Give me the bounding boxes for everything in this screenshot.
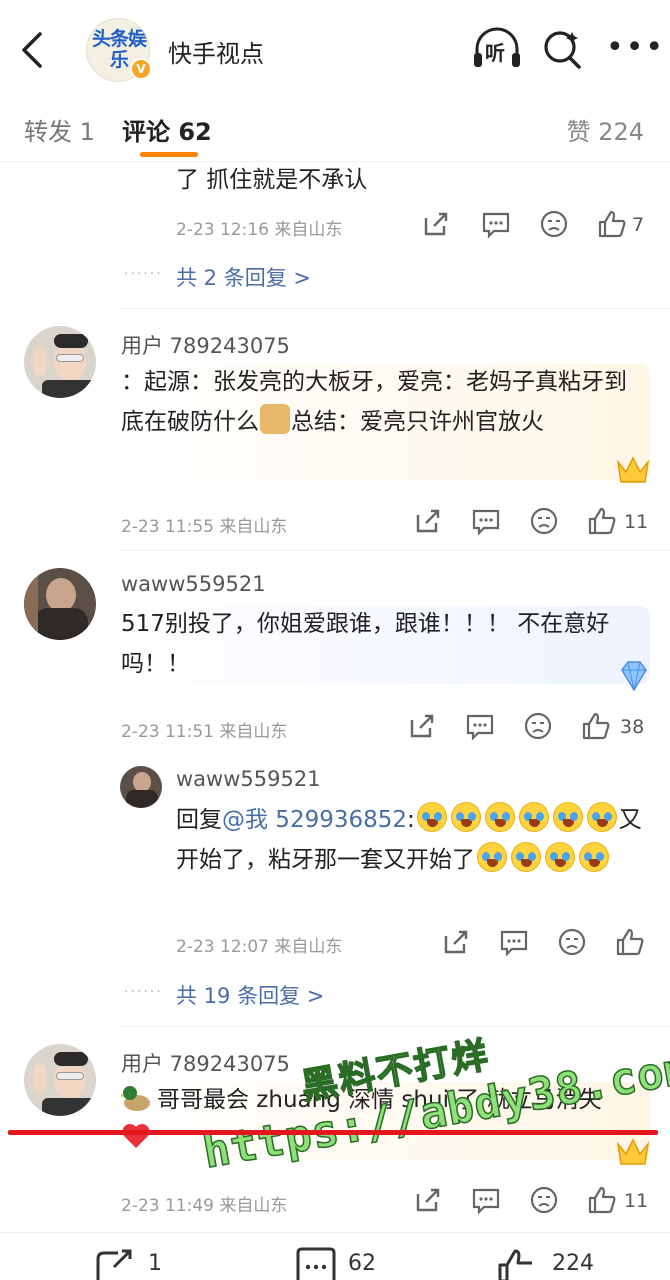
reply-avatar[interactable] (120, 766, 162, 808)
dots-divider: ······ (124, 984, 163, 1000)
crying-laugh-emoji-icon (579, 842, 609, 872)
like-count: 7 (632, 214, 645, 236)
back-icon[interactable] (16, 30, 50, 70)
comment-icon[interactable] (294, 1247, 338, 1280)
crying-laugh-emoji-icon (416, 802, 447, 832)
heart-emoji-icon (122, 1124, 150, 1148)
crown-badge-icon (616, 456, 650, 483)
comment-actions: 38 (406, 710, 654, 746)
share-icon[interactable] (412, 1184, 444, 1216)
username[interactable]: waww559521 (121, 572, 266, 596)
comment-meta: 2-23 11:51 来自山东 (121, 722, 288, 742)
crying-laugh-emoji-icon (545, 842, 575, 872)
like-icon[interactable] (580, 710, 612, 742)
share-icon[interactable] (420, 208, 452, 240)
reply-icon[interactable] (498, 926, 530, 958)
duck-emoji-icon (121, 1086, 150, 1111)
comment-meta: 2-23 11:55 来自山东 (121, 517, 288, 537)
divider (120, 308, 670, 309)
share-icon[interactable] (406, 710, 438, 742)
reply-text: 回复@我 529936852: 又开始了，粘牙那一套又开始了 (176, 800, 646, 880)
reply-icon[interactable] (470, 505, 502, 537)
reply-icon[interactable] (470, 1184, 502, 1216)
top-bar: 头条娱乐 V 快手视点 听 ••• (0, 0, 670, 100)
search-icon[interactable] (542, 28, 582, 70)
reply-username[interactable]: waww559521 (176, 767, 321, 791)
reply-prefix: 回复 (176, 807, 222, 833)
crown-badge-icon (616, 1138, 650, 1165)
reply-actions (440, 926, 650, 962)
bottom-action-bar: 1 62 224 (0, 1232, 670, 1280)
like-count: 38 (620, 716, 645, 738)
comment-actions: 7 (420, 208, 650, 244)
crying-laugh-emoji-icon (484, 802, 515, 832)
mention-link[interactable]: @我 529936852 (222, 807, 407, 833)
reply-colon: : (407, 807, 415, 833)
tab-comment[interactable]: 评论 62 (122, 112, 212, 147)
avatar[interactable] (24, 568, 96, 640)
comment-actions: 11 (412, 505, 652, 541)
listen-label: 听 (485, 41, 505, 65)
comment-actions: 11 (412, 1184, 652, 1220)
share-icon[interactable] (440, 926, 472, 958)
crying-laugh-emoji-icon (450, 802, 481, 832)
like-icon[interactable] (614, 926, 646, 958)
diamond-badge-icon (621, 661, 647, 692)
dislike-face-icon[interactable] (528, 505, 560, 537)
like-icon[interactable] (596, 208, 628, 240)
dislike-face-icon[interactable] (556, 926, 588, 958)
comment-meta: 2-23 11:49 来自山东 (121, 1196, 288, 1216)
crying-laugh-emoji-icon (518, 802, 549, 832)
repost-count: 1 (148, 1251, 162, 1276)
crying-laugh-emoji-icon (477, 842, 507, 872)
comment-count: 62 (348, 1251, 376, 1276)
username[interactable]: 用户 789243075 (121, 330, 290, 360)
tab-repost[interactable]: 转发 1 (24, 112, 95, 147)
listen-button[interactable]: 听 (471, 27, 523, 71)
doge-emoji-icon (260, 404, 290, 434)
like-count: 11 (624, 1190, 649, 1212)
view-replies-link[interactable]: 共 2 条回复 > (176, 262, 311, 292)
comment-text: 了 抓住就是不承认 (176, 167, 368, 193)
dislike-face-icon[interactable] (528, 1184, 560, 1216)
avatar[interactable] (24, 1044, 96, 1116)
reply-icon[interactable] (480, 208, 512, 240)
crying-laugh-emoji-icon (552, 802, 583, 832)
like-count-total: 224 (552, 1251, 594, 1276)
verified-badge-icon: V (130, 58, 152, 80)
crying-laugh-emoji-icon (511, 842, 541, 872)
tab-bar: 转发 1 评论 62 赞 224 (0, 100, 670, 162)
red-line-overlay (8, 1130, 658, 1135)
comment-text: ：起源：张发亮的大板牙，爱亮：老妈子真粘牙到底在破防什么 总结：爱亮只许州官放火 (121, 362, 641, 442)
account-name[interactable]: 快手视点 (168, 34, 264, 69)
like-icon[interactable] (496, 1247, 540, 1280)
avatar[interactable] (24, 326, 96, 398)
more-options-icon[interactable]: ••• (606, 33, 663, 63)
comment-text-part2: 总结：爱亮只许州官放火 (291, 409, 544, 435)
like-icon[interactable] (586, 1184, 618, 1216)
comment-text: 517别投了，你姐爱跟谁，跟谁！！！ 不在意好吗！！ (121, 611, 610, 677)
divider (120, 1026, 670, 1027)
active-tab-indicator (140, 152, 198, 157)
dots-divider: ······ (124, 266, 163, 282)
divider (120, 550, 670, 551)
tab-like[interactable]: 赞 224 (567, 112, 644, 147)
username[interactable]: 用户 789243075 (121, 1048, 290, 1078)
reply-meta: 2-23 12:07 来自山东 (176, 937, 343, 957)
view-replies-link[interactable]: 共 19 条回复 > (176, 980, 324, 1010)
reply-icon[interactable] (464, 710, 496, 742)
like-icon[interactable] (586, 505, 618, 537)
share-icon[interactable] (412, 505, 444, 537)
dislike-face-icon[interactable] (522, 710, 554, 742)
repost-icon[interactable] (94, 1247, 138, 1280)
dislike-face-icon[interactable] (538, 208, 570, 240)
comment-meta: 2-23 12:16 来自山东 (176, 220, 343, 240)
crying-laugh-emoji-icon (586, 802, 617, 832)
like-count: 11 (624, 511, 649, 533)
